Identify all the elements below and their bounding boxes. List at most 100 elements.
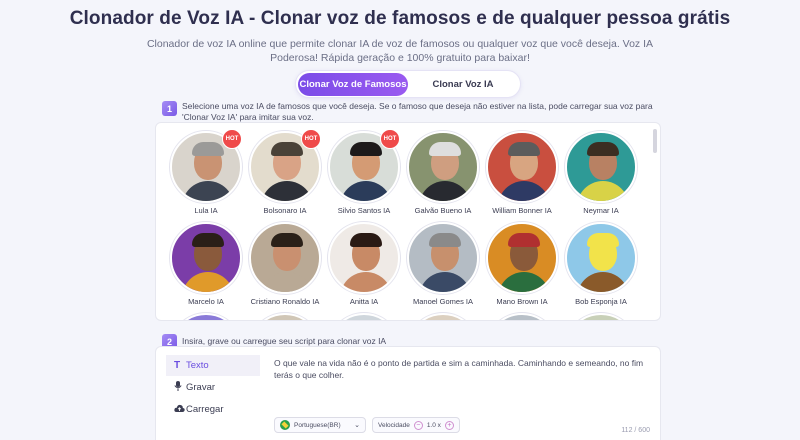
hot-badge: HOT [222,129,242,149]
avatar-body [340,181,392,201]
voice-card[interactable]: Cristiano Ronaldo IA [247,222,323,306]
voice-card[interactable]: Galvão Bueno IA [405,131,481,215]
voice-card[interactable] [563,313,639,320]
avatar-body [261,181,313,201]
voice-name: Silvio Santos IA [337,206,391,215]
voice-card[interactable]: Mano Brown IA [484,222,560,306]
avatar-body [419,181,471,201]
voice-avatar [486,131,558,203]
avatar-body [577,181,629,201]
voice-name: Bolsonaro IA [263,206,307,215]
script-panel: T Texto Gravar Carregar O que vale na vi… [155,346,661,440]
avatar-hair [429,233,461,247]
chevron-down-icon: ⌄ [354,422,360,429]
avatar-hair [192,142,224,156]
voice-avatar [565,131,637,203]
character-counter: 112 / 600 [621,427,650,434]
voice-card[interactable] [326,313,402,320]
voice-avatar [249,313,321,320]
script-input-menu: T Texto Gravar Carregar [166,355,260,440]
language-select[interactable]: Portuguese(BR) ⌄ [274,417,366,433]
avatar-hair [587,142,619,156]
avatar-body [182,272,234,292]
voice-card[interactable]: HOT Lula IA [168,129,244,215]
avatar-hair [350,142,382,156]
voice-name: Galvão Bueno IA [414,206,472,215]
voice-avatar [486,313,558,320]
avatar-hair [508,233,540,247]
menu-item-label: Carregar [186,404,224,415]
voice-name: Marcelo IA [188,297,224,306]
avatar-hair [587,233,619,247]
voice-card[interactable]: Bob Esponja IA [563,222,639,306]
cloud-upload-icon [174,404,185,416]
hot-badge: HOT [301,129,321,149]
voice-name: Cristiano Ronaldo IA [250,297,320,306]
language-value: Portuguese(BR) [294,421,341,429]
voice-list-panel: HOT Lula IA HOT Bolsonaro IA HOT Silvio Santo… [155,122,661,321]
voice-avatar [170,313,242,320]
voice-card[interactable]: HOT Silvio Santos IA [326,129,402,215]
voice-card[interactable]: William Bonner IA [484,131,560,215]
voice-avatar [407,131,479,203]
avatar-hair [271,233,303,247]
step-1-badge: 1 [162,101,177,116]
avatar-body [419,272,471,292]
menu-item-gravar[interactable]: Gravar [166,377,260,398]
avatar-body [182,181,234,201]
voice-card[interactable]: Neymar IA [563,131,639,215]
voice-avatar [565,222,637,294]
avatar-hair [508,142,540,156]
voice-name: Anitta IA [349,297,379,306]
microphone-icon [174,381,182,394]
voice-card[interactable]: HOT Bolsonaro IA [247,129,323,215]
voice-name: Lula IA [194,206,218,215]
speed-value: 1.0 x [426,421,441,429]
voice-card[interactable]: Manoel Gomes IA [405,222,481,306]
avatar-body [261,272,313,292]
voice-card[interactable]: Anitta IA [326,222,402,306]
avatar-hair [350,233,382,247]
voice-avatar [407,222,479,294]
voice-list-scrollbar[interactable] [653,129,657,153]
voice-name: Neymar IA [583,206,619,215]
text-icon: T [174,360,181,371]
menu-item-texto[interactable]: T Texto [166,355,260,376]
avatar-body [498,272,550,292]
voice-card[interactable]: Marcelo IA [168,222,244,306]
avatar-body [577,272,629,292]
tab-clonar-voz-ia[interactable]: Clonar Voz IA [408,73,518,96]
voice-card[interactable] [484,313,560,320]
page-title: Clonador de Voz IA - Clonar voz de famos… [69,8,731,29]
voice-name: Bob Esponja IA [575,297,627,306]
mode-tabs: Clonar Voz de Famosos Clonar Voz IA [295,70,521,98]
voice-avatar [328,313,400,320]
voice-avatar [407,313,479,320]
script-textarea[interactable]: O que vale na vida não é o ponto de part… [274,357,654,381]
brazil-flag-icon [280,420,290,430]
voice-name: William Bonner IA [492,206,552,215]
voice-avatar [328,222,400,294]
menu-item-carregar[interactable]: Carregar [166,399,260,420]
speed-increase-button[interactable]: + [444,420,454,430]
tab-clonar-voz-de-famosos[interactable]: Clonar Voz de Famosos [298,72,408,96]
step-1-instruction: Selecione uma voz IA de famosos que você… [182,101,653,122]
voice-avatar [249,222,321,294]
hot-badge: HOT [380,129,400,149]
avatar-hair [192,233,224,247]
speed-decrease-button[interactable]: − [413,420,423,430]
voice-avatar [486,222,558,294]
speed-label: Velocidade [378,421,410,429]
avatar-body [340,272,392,292]
avatar-hair [429,142,461,156]
voice-name: Mano Brown IA [496,297,548,306]
menu-item-label: Texto [186,360,209,371]
avatar-body [498,181,550,201]
voice-card[interactable] [168,313,244,320]
voice-avatar [170,222,242,294]
page-subtitle: Clonador de voz IA online que permite cl… [146,38,654,64]
voice-card[interactable] [247,313,323,320]
voice-card[interactable] [405,313,481,320]
voice-name: Manoel Gomes IA [412,297,474,306]
avatar-hair [271,142,303,156]
